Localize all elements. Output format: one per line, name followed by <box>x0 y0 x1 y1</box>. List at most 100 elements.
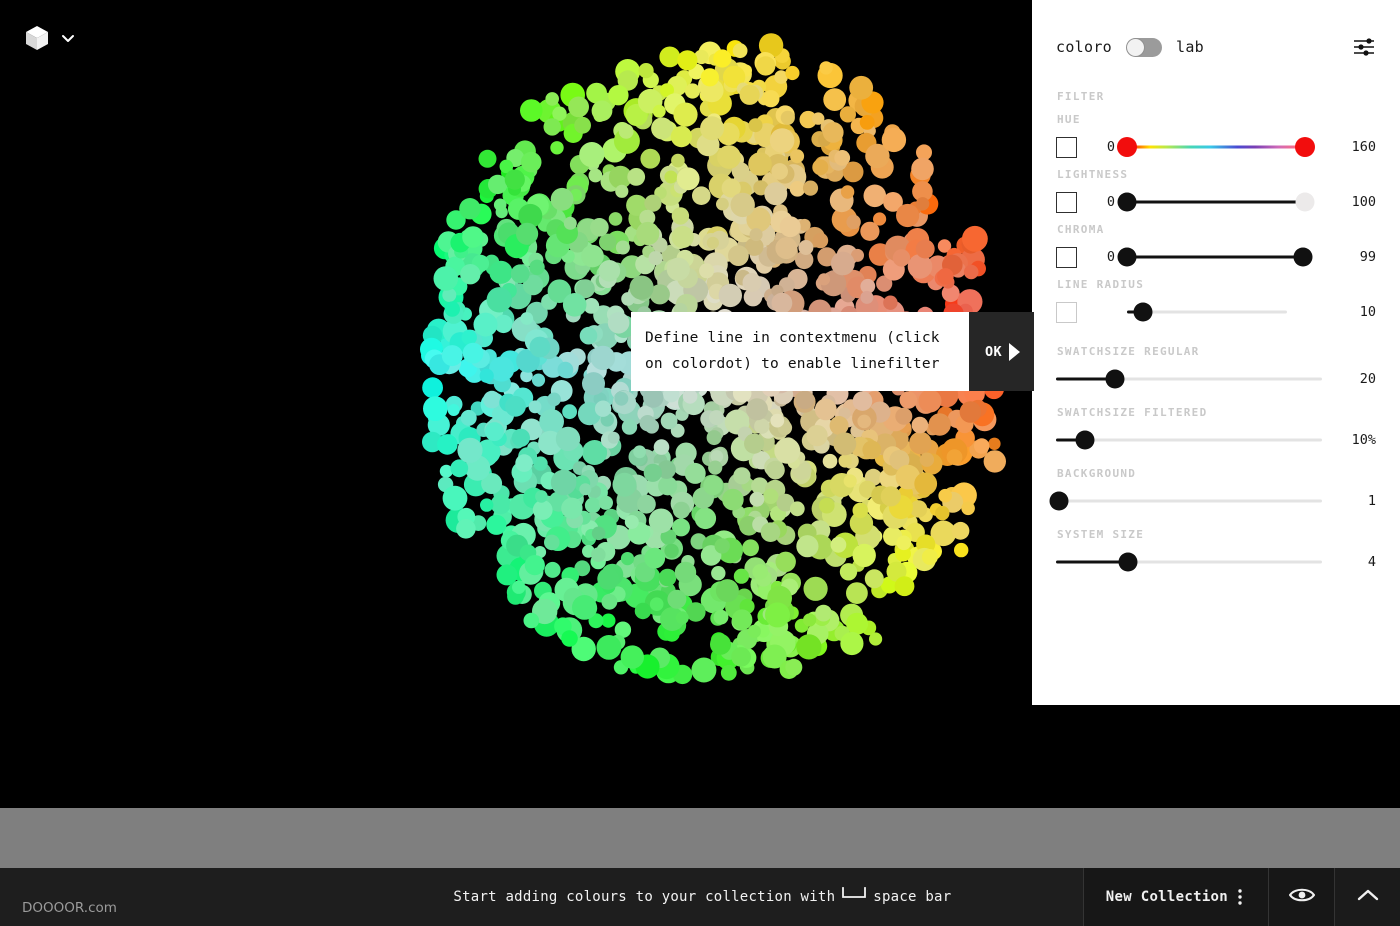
color-dot[interactable] <box>711 566 726 581</box>
color-dot[interactable] <box>671 153 685 168</box>
color-dot[interactable] <box>594 400 612 417</box>
color-dot[interactable] <box>447 404 460 416</box>
color-dot[interactable] <box>644 194 662 212</box>
color-dot[interactable] <box>730 192 755 218</box>
color-dot[interactable] <box>720 664 737 681</box>
color-dot[interactable] <box>653 439 670 455</box>
color-dot[interactable] <box>839 106 857 123</box>
color-dot[interactable] <box>771 163 788 180</box>
color-dot[interactable] <box>699 263 715 279</box>
color-dot[interactable] <box>543 118 561 136</box>
color-dot[interactable] <box>444 301 460 317</box>
color-dot[interactable] <box>896 203 920 228</box>
color-dot[interactable] <box>671 207 690 225</box>
color-dot[interactable] <box>857 414 871 429</box>
color-dot[interactable] <box>935 505 950 521</box>
color-dot[interactable] <box>692 186 711 205</box>
color-dot[interactable] <box>785 65 800 81</box>
color-dot[interactable] <box>684 462 706 484</box>
color-dot[interactable] <box>643 463 662 482</box>
color-dot[interactable] <box>544 534 560 551</box>
color-dot[interactable] <box>700 68 720 87</box>
app-logo-bar[interactable] <box>24 22 76 54</box>
color-dot[interactable] <box>590 218 609 237</box>
color-dot[interactable] <box>716 197 729 211</box>
color-dot[interactable] <box>515 454 533 472</box>
color-dot[interactable] <box>709 410 724 426</box>
color-dot[interactable] <box>775 237 798 260</box>
color-dot[interactable] <box>710 633 731 655</box>
color-dot[interactable] <box>746 398 768 421</box>
color-dot[interactable] <box>523 612 540 629</box>
color-dot[interactable] <box>733 467 751 485</box>
color-dot[interactable] <box>706 236 720 249</box>
settings-panel[interactable]: coloro lab FILTER HUE 0 160 LIGHTNESS 0 100 CH… <box>1032 0 1400 705</box>
color-dot[interactable] <box>822 453 838 469</box>
color-dot[interactable] <box>459 198 481 220</box>
color-dot[interactable] <box>596 635 622 660</box>
color-dot[interactable] <box>764 182 788 206</box>
color-dot[interactable] <box>488 174 508 195</box>
color-dot[interactable] <box>883 295 898 310</box>
color-dot[interactable] <box>535 490 548 503</box>
color-dot[interactable] <box>742 539 759 557</box>
color-dot[interactable] <box>479 368 494 383</box>
color-dot[interactable] <box>607 312 630 334</box>
color-dot[interactable] <box>516 222 539 245</box>
filter-checkbox[interactable] <box>1056 191 1077 213</box>
color-dot[interactable] <box>676 167 700 191</box>
color-dot[interactable] <box>550 187 574 211</box>
color-dot[interactable] <box>928 413 951 436</box>
color-dot[interactable] <box>615 184 629 198</box>
color-dot[interactable] <box>749 491 765 507</box>
color-dot[interactable] <box>550 469 577 496</box>
color-dot[interactable] <box>830 251 855 276</box>
color-dot[interactable] <box>762 90 780 108</box>
color-dot[interactable] <box>938 488 952 503</box>
color-dot[interactable] <box>433 266 459 291</box>
color-dot[interactable] <box>638 63 654 79</box>
color-dot[interactable] <box>572 595 597 620</box>
color-dot[interactable] <box>829 416 849 435</box>
color-dot[interactable] <box>562 404 577 420</box>
color-dot[interactable] <box>639 415 656 432</box>
color-dot[interactable] <box>591 547 606 562</box>
color-dot[interactable] <box>677 50 698 71</box>
color-dot[interactable] <box>919 452 935 467</box>
color-dot[interactable] <box>915 197 930 211</box>
filter-handle-high[interactable] <box>1295 192 1315 212</box>
filter-slider[interactable] <box>1117 246 1313 268</box>
color-dot[interactable] <box>423 396 448 421</box>
color-dot[interactable] <box>963 264 979 280</box>
color-dot[interactable] <box>812 159 829 176</box>
color-dot[interactable] <box>785 658 803 676</box>
color-dot[interactable] <box>520 99 543 122</box>
color-dot[interactable] <box>520 151 542 173</box>
color-dot[interactable] <box>441 345 463 367</box>
color-dot[interactable] <box>658 476 678 496</box>
color-dot[interactable] <box>674 561 697 584</box>
filter-checkbox[interactable] <box>1056 301 1077 323</box>
color-dot[interactable] <box>749 228 763 242</box>
color-dot[interactable] <box>555 426 581 452</box>
color-dot[interactable] <box>896 535 912 551</box>
color-dot[interactable] <box>795 390 815 410</box>
color-dot[interactable] <box>582 372 605 396</box>
color-dot[interactable] <box>664 543 679 559</box>
filter-handle[interactable] <box>1133 302 1153 322</box>
color-dot[interactable] <box>880 486 901 507</box>
color-dot[interactable] <box>614 391 629 406</box>
color-dot[interactable] <box>775 551 796 572</box>
value-slider[interactable] <box>1056 368 1322 390</box>
color-dot[interactable] <box>752 564 768 580</box>
filter-checkbox[interactable] <box>1056 246 1077 268</box>
color-dot[interactable] <box>812 112 825 125</box>
color-dot[interactable] <box>718 283 742 308</box>
color-dot[interactable] <box>618 123 634 139</box>
visibility-toggle-button[interactable] <box>1268 868 1334 926</box>
color-dot[interactable] <box>684 83 701 99</box>
color-dot[interactable] <box>732 43 748 59</box>
color-dot[interactable] <box>823 88 847 111</box>
color-dot[interactable] <box>629 275 654 300</box>
color-dot[interactable] <box>859 115 875 130</box>
